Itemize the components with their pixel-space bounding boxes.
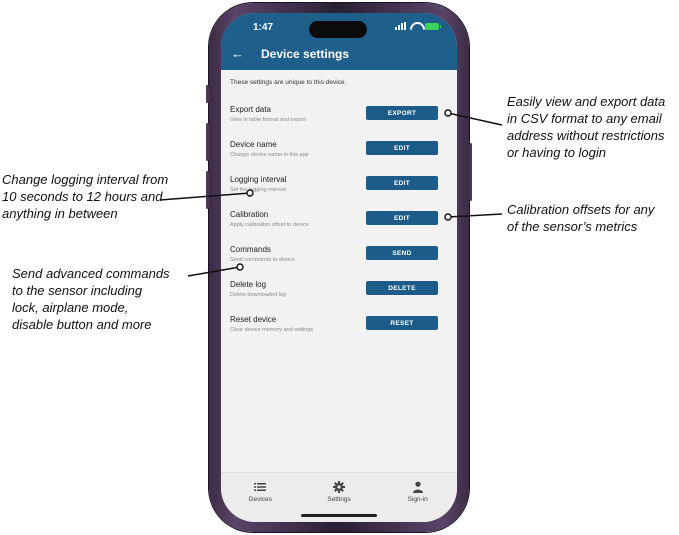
annotation-calibration: Calibration offsets for any of the senso… <box>507 201 654 235</box>
annotation-line: or having to login <box>507 145 607 160</box>
annotation-line: Send advanced commands <box>12 266 170 281</box>
annotation-line: disable button and more <box>12 317 152 332</box>
annotation-logging: Change logging interval from 10 seconds … <box>2 171 168 222</box>
annotation-export: Easily view and export data in CSV forma… <box>507 93 665 161</box>
annotation-line: of the sensor’s metrics <box>507 219 638 234</box>
annotation-line: Calibration offsets for any <box>507 202 655 217</box>
annotation-line: address without restrictions <box>507 128 665 143</box>
annotation-line: to the sensor including <box>12 283 143 298</box>
annotation-commands: Send advanced commands to the sensor inc… <box>12 265 170 333</box>
annotation-line: Easily view and export data <box>507 94 666 109</box>
annotation-line: anything in between <box>2 206 118 221</box>
annotation-line: Change logging interval from <box>2 172 169 187</box>
annotation-line: 10 seconds to 12 hours and <box>2 189 163 204</box>
annotation-line: lock, airplane mode, <box>12 300 129 315</box>
annotation-line: in CSV format to any email <box>507 111 662 126</box>
